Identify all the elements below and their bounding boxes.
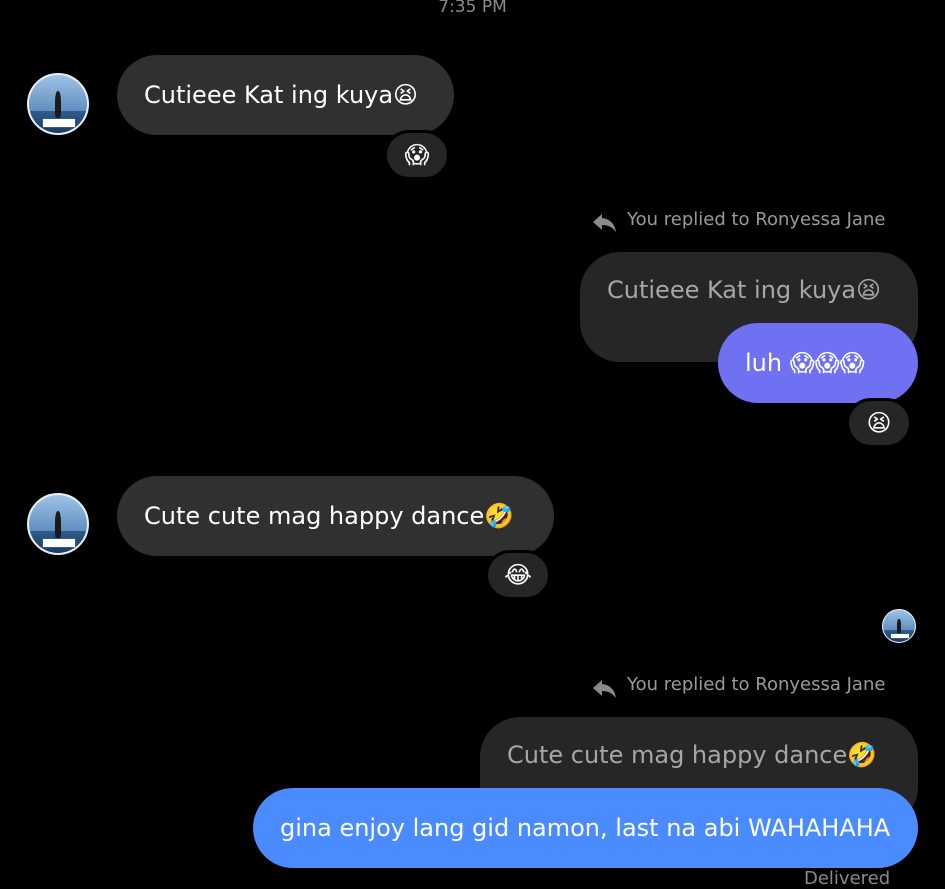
reaction-badge[interactable]: 😂 (485, 550, 551, 600)
avatar-caption (41, 118, 77, 129)
reply-arrow-glyph (593, 214, 616, 232)
avatar-caption (890, 632, 910, 640)
incoming-message-bubble[interactable]: Cute cute mag happy dance🤣 (117, 476, 554, 556)
message-text: Cute cute mag happy dance🤣 (144, 502, 515, 530)
outgoing-message-bubble[interactable]: gina enjoy lang gid namon, last na abi W… (253, 788, 918, 868)
reaction-badge[interactable]: 😫 (846, 398, 912, 448)
reaction-badge[interactable]: 😱 (384, 130, 450, 180)
reaction-emoji: 😫 (866, 409, 892, 437)
conversation-timestamp: 7:35 PM (438, 0, 507, 17)
contact-avatar[interactable] (27, 493, 89, 555)
message-text: luh 😱😱😱 (745, 349, 865, 377)
message-text: gina enjoy lang gid namon, last na abi W… (280, 814, 891, 842)
reaction-emoji: 😱 (404, 141, 430, 169)
incoming-message-bubble[interactable]: Cutieee Kat ing kuya😫 (117, 55, 454, 135)
outgoing-message-bubble[interactable]: luh 😱😱😱 (718, 323, 918, 403)
quoted-message-text: Cute cute mag happy dance🤣 (507, 741, 878, 769)
quoted-message-text: Cutieee Kat ing kuya😫 (607, 276, 882, 304)
replied-to-label: You replied to Ronyessa Jane (627, 674, 886, 695)
avatar-figure (54, 511, 62, 538)
avatar-figure (897, 618, 901, 634)
seen-avatar-icon (882, 609, 916, 643)
replied-to-label: You replied to Ronyessa Jane (627, 209, 886, 230)
reply-arrow-glyph (593, 680, 616, 698)
reply-arrow-icon (591, 676, 621, 704)
avatar-figure (54, 91, 62, 118)
reply-arrow-icon (591, 210, 621, 238)
avatar-caption (41, 538, 77, 549)
delivery-status: Delivered (804, 868, 891, 889)
reaction-emoji: 😂 (503, 561, 533, 589)
message-text: Cutieee Kat ing kuya😫 (144, 81, 419, 109)
contact-avatar[interactable] (27, 73, 89, 135)
